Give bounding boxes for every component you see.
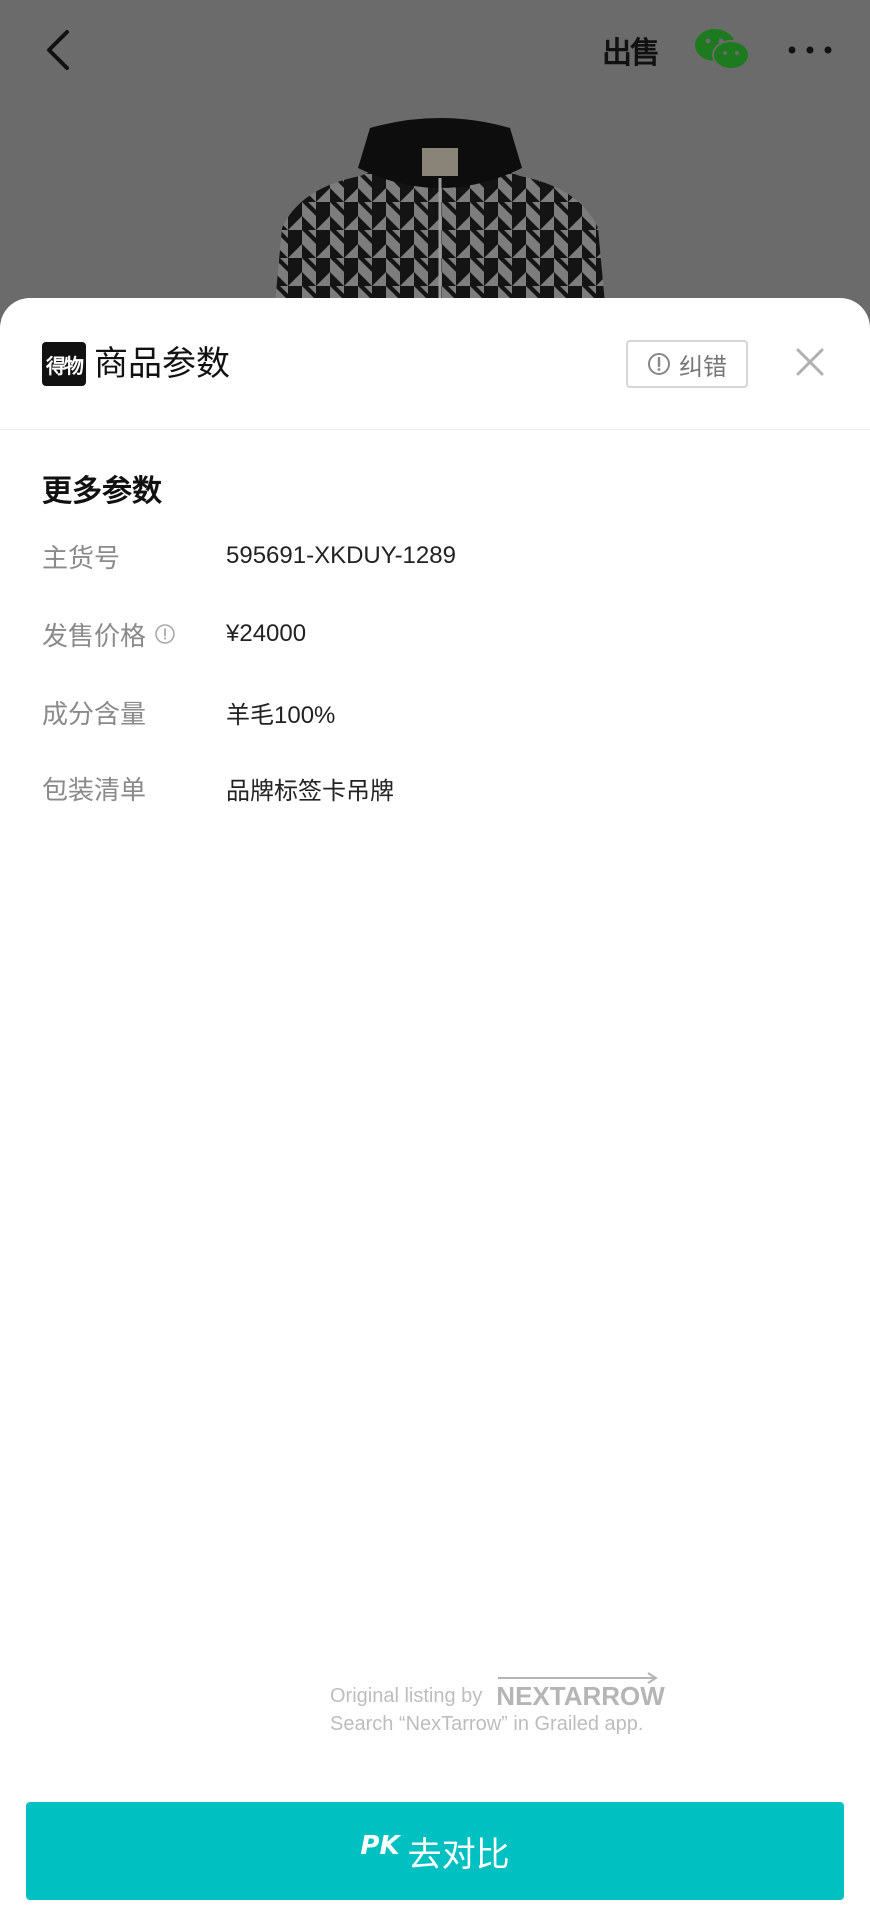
param-row: 发售价格 ¥24000 [42, 612, 842, 656]
report-error-label: 纠错 [679, 352, 727, 381]
watermark: Original listing by NEXTARROW Search “Ne… [330, 1672, 710, 1738]
nextarrow-logo: NEXTARROW [496, 1672, 665, 1711]
report-error-button[interactable]: 纠错 [626, 340, 748, 388]
param-value: ¥24000 [226, 620, 307, 647]
more-icon[interactable] [780, 22, 840, 78]
wechat-icon[interactable] [690, 22, 754, 78]
product-jacket-image [273, 118, 607, 320]
param-value: 羊毛100% [226, 701, 336, 729]
exclamation-circle-icon [647, 352, 671, 376]
nextarrow-logo-text: NEXTARROW [496, 1681, 665, 1711]
dewu-logo-text: 得物 [46, 353, 84, 378]
watermark-line2: Search “NexTarrow” in Grailed app. [330, 1713, 644, 1735]
dewu-logo: 得物 [42, 342, 86, 386]
param-value: 品牌标签卡吊牌 [226, 777, 394, 805]
section-title-more-params: 更多参数 [42, 474, 162, 509]
pk-compare-button[interactable]: PK 去对比 [26, 1802, 844, 1900]
chevron-left-icon[interactable] [30, 22, 86, 78]
sheet-header: 得物 商品参数 纠错 [0, 298, 870, 430]
watermark-prefix: Original listing by [330, 1685, 483, 1707]
watermark-line1: Original listing by NEXTARROW [330, 1672, 710, 1711]
product-params-sheet: 得物 商品参数 纠错 更多参数 主货号 595691-XKDUY-1289 发售… [0, 298, 870, 1920]
param-label-text: 主货号 [42, 543, 121, 574]
sell-button[interactable]: 出售 [600, 20, 660, 80]
sell-label: 出售 [602, 36, 660, 71]
param-label: 主货号 [42, 538, 226, 575]
param-label: 包装清单 [42, 770, 226, 807]
arrow-icon [498, 1672, 659, 1684]
sheet-title: 商品参数 [94, 344, 230, 384]
param-value: 595691-XKDUY-1289 [226, 542, 456, 569]
param-row: 成分含量 羊毛100% [42, 690, 842, 734]
param-label-text: 发售价格 [42, 621, 147, 652]
param-label: 成分含量 [42, 694, 226, 731]
param-row: 包装清单 品牌标签卡吊牌 [42, 766, 842, 810]
param-label-text: 成分含量 [42, 699, 147, 730]
param-row: 主货号 595691-XKDUY-1289 [42, 534, 842, 578]
info-circle-icon[interactable] [154, 623, 176, 645]
pk-compare-label: 去对比 [407, 1834, 510, 1875]
product-page-backdrop: 出售 [0, 0, 870, 320]
pk-prefix: PK [360, 1831, 400, 1861]
param-label-text: 包装清单 [42, 775, 147, 806]
close-icon[interactable] [790, 342, 830, 382]
param-label: 发售价格 [42, 616, 226, 653]
